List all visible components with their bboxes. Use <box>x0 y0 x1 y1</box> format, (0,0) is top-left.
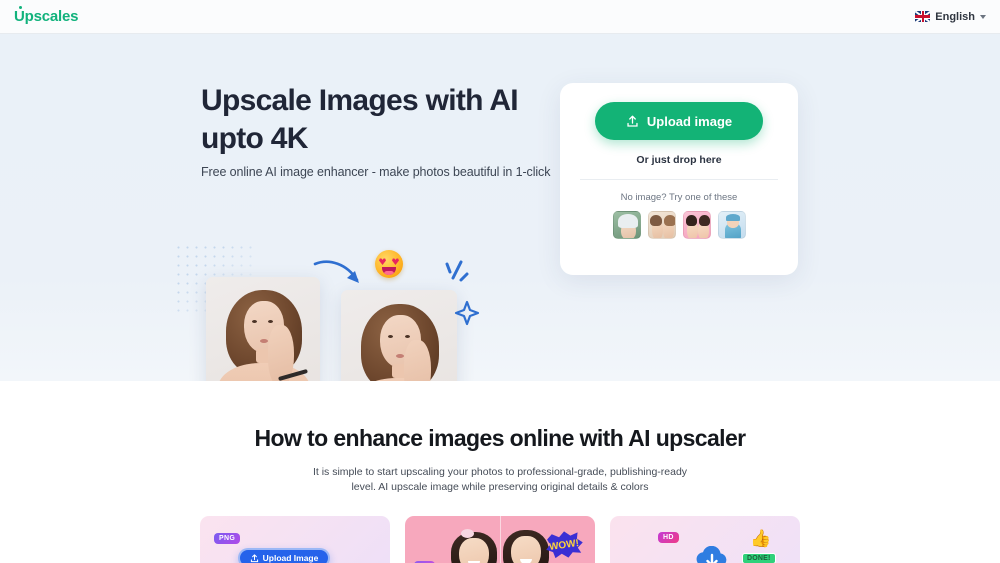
done-sticker-label: DONE! <box>742 553 776 563</box>
uk-flag-icon <box>915 11 931 22</box>
hero-section: Upscale Images with AI upto 4K Free onli… <box>0 34 1000 381</box>
how-subtitle: It is simple to start upscaling your pho… <box>312 466 688 493</box>
logo[interactable]: Upscales <box>14 6 79 25</box>
chevron-down-icon <box>980 14 986 19</box>
how-cards: PNG Upload Image WOW! HD 👍 DONE! <box>0 516 1000 563</box>
done-sticker: 👍 DONE! <box>742 529 782 563</box>
sample-thumbnail-2[interactable] <box>647 211 676 239</box>
curved-arrow-icon <box>313 260 359 283</box>
before-image <box>206 277 320 381</box>
language-label: English <box>935 10 975 23</box>
upload-icon <box>627 115 638 127</box>
card-upload-button[interactable]: Upload Image <box>238 548 330 563</box>
upload-image-button[interactable]: Upload image <box>595 102 763 140</box>
thumbs-up-icon: 👍 <box>750 529 772 548</box>
logo-dot-icon <box>19 6 22 9</box>
card-compare-photo-right <box>501 528 553 563</box>
upload-card: Upload image Or just drop here No image?… <box>560 83 798 275</box>
site-header: Upscales English <box>0 0 1000 34</box>
upload-icon <box>250 553 258 562</box>
how-title: How to enhance images online with AI ups… <box>254 425 746 451</box>
how-section: How to enhance images online with AI ups… <box>0 381 1000 563</box>
sample-thumbnail-1[interactable] <box>612 211 641 239</box>
hero-subtitle: Free online AI image enhancer - make pho… <box>201 165 551 179</box>
card-download[interactable]: HD 👍 DONE! <box>610 516 800 563</box>
sample-thumbnail-3[interactable] <box>682 211 711 239</box>
card-compare[interactable]: HD WOW! <box>405 516 595 563</box>
sample-thumbnails <box>580 211 778 239</box>
logo-text: Upscales <box>14 8 79 25</box>
hero-title-line1: Upscale Images with AI <box>201 84 519 117</box>
sample-thumbnail-4[interactable] <box>717 211 746 239</box>
cloud-download-icon[interactable] <box>692 546 732 563</box>
hd-badge: HD <box>658 532 679 543</box>
card-upload-button-label: Upload Image <box>262 553 319 563</box>
samples-label: No image? Try one of these <box>620 192 738 203</box>
sparkle-icon <box>445 260 480 326</box>
language-selector[interactable]: English <box>915 11 986 23</box>
after-image <box>341 290 457 381</box>
drop-here-text: Or just drop here <box>636 154 722 166</box>
upload-image-button-label: Upload image <box>646 113 733 129</box>
page-title: Upscale Images with AI upto 4K <box>201 82 561 158</box>
heart-eyes-emoji <box>375 250 403 278</box>
card-compare-photo-left <box>449 529 501 563</box>
hero-title-line2: upto 4K <box>201 120 308 158</box>
card-upload[interactable]: PNG Upload Image <box>200 516 390 563</box>
compare-seam <box>500 516 501 563</box>
card-divider <box>580 179 778 180</box>
page-root: Upscales English Upscale Images with AI … <box>0 0 1000 563</box>
png-badge: PNG <box>214 533 241 544</box>
